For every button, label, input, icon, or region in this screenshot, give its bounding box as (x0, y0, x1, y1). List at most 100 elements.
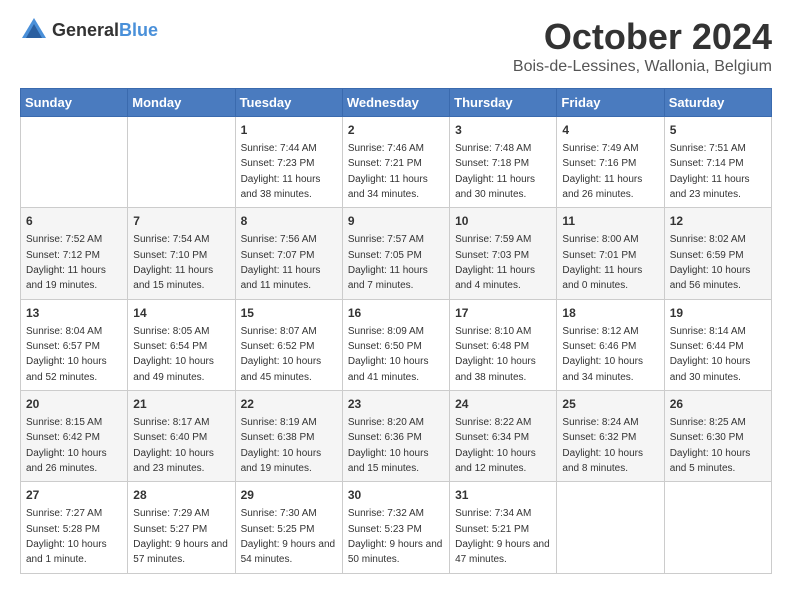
day-info: Sunrise: 8:02 AM Sunset: 6:59 PM Dayligh… (670, 234, 751, 291)
day-cell: 30 Sunrise: 7:32 AM Sunset: 5:23 PM Dayli… (342, 482, 449, 573)
day-number: 30 (348, 487, 444, 504)
week-row-4: 20Sunrise: 8:15 AM Sunset: 6:42 PM Dayli… (21, 391, 772, 482)
day-number: 3 (455, 122, 551, 139)
day-cell: 26Sunrise: 8:25 AM Sunset: 6:30 PM Dayli… (664, 391, 771, 482)
day-number: 23 (348, 396, 444, 413)
day-number: 11 (562, 213, 658, 230)
day-info: Sunrise: 8:19 AM Sunset: 6:38 PM Dayligh… (241, 417, 322, 474)
day-cell: 18 Sunrise: 8:12 AM Sunset: 6:46 PM Dayli… (557, 299, 664, 390)
weekday-header-tuesday: Tuesday (235, 89, 342, 117)
day-number: 24 (455, 396, 551, 413)
day-number: 27 (26, 487, 122, 504)
day-number: 2 (348, 122, 444, 139)
day-number: 14 (133, 305, 229, 322)
day-cell: 12 Sunrise: 8:02 AM Sunset: 6:59 PM Dayli… (664, 208, 771, 299)
day-info: Sunrise: 7:54 AM Sunset: 7:10 PM Dayligh… (133, 234, 213, 291)
day-info: Sunrise: 8:15 AM Sunset: 6:42 PM Dayligh… (26, 417, 107, 474)
day-cell: 13 Sunrise: 8:04 AM Sunset: 6:57 PM Dayli… (21, 299, 128, 390)
day-number: 10 (455, 213, 551, 230)
logo-text-general: General (52, 20, 119, 40)
week-row-3: 13 Sunrise: 8:04 AM Sunset: 6:57 PM Dayli… (21, 299, 772, 390)
day-number: 17 (455, 305, 551, 322)
day-info: Sunrise: 8:10 AM Sunset: 6:48 PM Dayligh… (455, 326, 536, 383)
day-cell: 3 Sunrise: 7:48 AM Sunset: 7:18 PM Daylig… (450, 117, 557, 208)
day-info: Sunrise: 7:34 AM Sunset: 5:21 PM Dayligh… (455, 508, 550, 565)
week-row-1: 1Sunrise: 7:44 AM Sunset: 7:23 PM Daylig… (21, 117, 772, 208)
day-cell: 11Sunrise: 8:00 AM Sunset: 7:01 PM Dayli… (557, 208, 664, 299)
day-cell: 9 Sunrise: 7:57 AM Sunset: 7:05 PM Daylig… (342, 208, 449, 299)
day-info: Sunrise: 8:22 AM Sunset: 6:34 PM Dayligh… (455, 417, 536, 474)
weekday-header-monday: Monday (128, 89, 235, 117)
day-cell: 19Sunrise: 8:14 AM Sunset: 6:44 PM Dayli… (664, 299, 771, 390)
day-cell: 25Sunrise: 8:24 AM Sunset: 6:32 PM Dayli… (557, 391, 664, 482)
day-cell: 4Sunrise: 7:49 AM Sunset: 7:16 PM Daylig… (557, 117, 664, 208)
week-row-5: 27 Sunrise: 7:27 AM Sunset: 5:28 PM Dayli… (21, 482, 772, 573)
day-number: 5 (670, 122, 766, 139)
day-info: Sunrise: 7:32 AM Sunset: 5:23 PM Dayligh… (348, 508, 443, 565)
day-cell: 31Sunrise: 7:34 AM Sunset: 5:21 PM Dayli… (450, 482, 557, 573)
day-cell: 2 Sunrise: 7:46 AM Sunset: 7:21 PM Daylig… (342, 117, 449, 208)
location-subtitle: Bois-de-Lessines, Wallonia, Belgium (513, 58, 772, 76)
month-title: October 2024 (513, 16, 772, 58)
day-info: Sunrise: 7:59 AM Sunset: 7:03 PM Dayligh… (455, 234, 535, 291)
day-cell (21, 117, 128, 208)
day-info: Sunrise: 7:46 AM Sunset: 7:21 PM Dayligh… (348, 143, 428, 200)
day-number: 21 (133, 396, 229, 413)
day-number: 7 (133, 213, 229, 230)
day-cell: 7 Sunrise: 7:54 AM Sunset: 7:10 PM Daylig… (128, 208, 235, 299)
day-cell: 29 Sunrise: 7:30 AM Sunset: 5:25 PM Dayli… (235, 482, 342, 573)
day-info: Sunrise: 8:04 AM Sunset: 6:57 PM Dayligh… (26, 326, 107, 383)
calendar-table: SundayMondayTuesdayWednesdayThursdayFrid… (20, 88, 772, 574)
logo-icon (20, 16, 48, 44)
day-cell: 10 Sunrise: 7:59 AM Sunset: 7:03 PM Dayli… (450, 208, 557, 299)
day-info: Sunrise: 7:57 AM Sunset: 7:05 PM Dayligh… (348, 234, 428, 291)
logo-text-blue: Blue (119, 20, 158, 40)
weekday-header-sunday: Sunday (21, 89, 128, 117)
day-number: 13 (26, 305, 122, 322)
day-number: 6 (26, 213, 122, 230)
day-cell: 1Sunrise: 7:44 AM Sunset: 7:23 PM Daylig… (235, 117, 342, 208)
day-info: Sunrise: 7:48 AM Sunset: 7:18 PM Dayligh… (455, 143, 535, 200)
day-cell: 5 Sunrise: 7:51 AM Sunset: 7:14 PM Daylig… (664, 117, 771, 208)
day-cell: 20Sunrise: 8:15 AM Sunset: 6:42 PM Dayli… (21, 391, 128, 482)
day-info: Sunrise: 7:29 AM Sunset: 5:27 PM Dayligh… (133, 508, 228, 565)
day-number: 28 (133, 487, 229, 504)
weekday-header-friday: Friday (557, 89, 664, 117)
day-info: Sunrise: 7:44 AM Sunset: 7:23 PM Dayligh… (241, 143, 321, 200)
header: GeneralBlue October 2024 Bois-de-Lessine… (20, 16, 772, 76)
day-info: Sunrise: 7:27 AM Sunset: 5:28 PM Dayligh… (26, 508, 107, 565)
logo: GeneralBlue (20, 16, 158, 44)
day-number: 29 (241, 487, 337, 504)
day-number: 12 (670, 213, 766, 230)
day-number: 22 (241, 396, 337, 413)
day-cell (557, 482, 664, 573)
day-number: 18 (562, 305, 658, 322)
day-cell: 15Sunrise: 8:07 AM Sunset: 6:52 PM Dayli… (235, 299, 342, 390)
day-cell: 22 Sunrise: 8:19 AM Sunset: 6:38 PM Dayli… (235, 391, 342, 482)
day-info: Sunrise: 8:07 AM Sunset: 6:52 PM Dayligh… (241, 326, 322, 383)
day-cell: 23Sunrise: 8:20 AM Sunset: 6:36 PM Dayli… (342, 391, 449, 482)
day-cell: 21 Sunrise: 8:17 AM Sunset: 6:40 PM Dayli… (128, 391, 235, 482)
day-info: Sunrise: 8:09 AM Sunset: 6:50 PM Dayligh… (348, 326, 429, 383)
day-number: 8 (241, 213, 337, 230)
day-info: Sunrise: 7:51 AM Sunset: 7:14 PM Dayligh… (670, 143, 750, 200)
week-row-2: 6 Sunrise: 7:52 AM Sunset: 7:12 PM Daylig… (21, 208, 772, 299)
day-cell: 6 Sunrise: 7:52 AM Sunset: 7:12 PM Daylig… (21, 208, 128, 299)
day-info: Sunrise: 7:30 AM Sunset: 5:25 PM Dayligh… (241, 508, 336, 565)
day-cell: 17 Sunrise: 8:10 AM Sunset: 6:48 PM Dayli… (450, 299, 557, 390)
day-cell (128, 117, 235, 208)
day-info: Sunrise: 8:17 AM Sunset: 6:40 PM Dayligh… (133, 417, 214, 474)
day-info: Sunrise: 7:49 AM Sunset: 7:16 PM Dayligh… (562, 143, 642, 200)
weekday-header-row: SundayMondayTuesdayWednesdayThursdayFrid… (21, 89, 772, 117)
day-cell: 24 Sunrise: 8:22 AM Sunset: 6:34 PM Dayli… (450, 391, 557, 482)
day-cell: 28 Sunrise: 7:29 AM Sunset: 5:27 PM Dayli… (128, 482, 235, 573)
day-number: 16 (348, 305, 444, 322)
day-info: Sunrise: 8:12 AM Sunset: 6:46 PM Dayligh… (562, 326, 643, 383)
day-cell: 8Sunrise: 7:56 AM Sunset: 7:07 PM Daylig… (235, 208, 342, 299)
day-info: Sunrise: 8:25 AM Sunset: 6:30 PM Dayligh… (670, 417, 751, 474)
day-number: 9 (348, 213, 444, 230)
weekday-header-wednesday: Wednesday (342, 89, 449, 117)
title-area: October 2024 Bois-de-Lessines, Wallonia,… (513, 16, 772, 76)
day-info: Sunrise: 7:52 AM Sunset: 7:12 PM Dayligh… (26, 234, 106, 291)
day-info: Sunrise: 8:05 AM Sunset: 6:54 PM Dayligh… (133, 326, 214, 383)
